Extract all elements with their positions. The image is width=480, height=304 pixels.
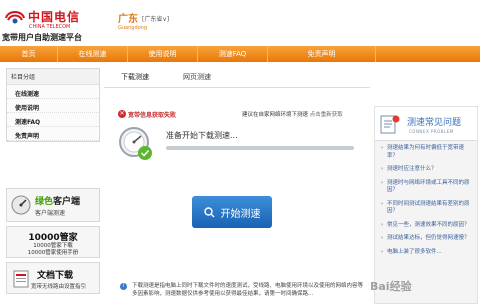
test-progress-bar: [166, 146, 354, 150]
client-download-promo[interactable]: 绿色客户端 客户端测速: [6, 188, 100, 222]
logo-english-name: CHINA TELECOM: [29, 24, 71, 30]
error-icon: ✕: [118, 110, 126, 118]
preparing-download-text: 准备开始下载测速...: [166, 131, 238, 140]
nav-disclaimer[interactable]: 免责声明: [268, 46, 376, 62]
test-advice: 建议在自家网络环境下测速 点击重新获取: [242, 110, 343, 118]
tab-webpage-test[interactable]: 网页测速: [166, 66, 228, 87]
watermark-text: Bai经验: [370, 280, 412, 293]
client-promo-title-rest: 客户端: [53, 197, 81, 207]
faq-item[interactable]: 测速时与网络环境或工具不同的原因？: [381, 180, 473, 195]
region-english: Guangdong: [118, 25, 148, 31]
document-promo-subtitle: 宽带无线路由设置指引: [31, 284, 87, 290]
header: 中国电信 CHINA TELECOM 宽带用户自助测速平台 广东 Guangdo…: [0, 0, 480, 46]
faq-item[interactable]: 常见一些，测速效果不同的原因？: [381, 222, 473, 230]
search-icon: [203, 206, 214, 217]
faq-illustration-icon: [380, 115, 400, 134]
advice-text: 建议在自家网络环境下测速: [242, 112, 309, 118]
start-test-button[interactable]: 开始测速: [192, 196, 272, 228]
china-telecom-logo-icon: [5, 11, 25, 24]
client-promo-title-green: 绿色: [35, 197, 54, 207]
test-progress-fill: [166, 146, 354, 150]
start-test-label: 开始测速: [220, 208, 261, 220]
sidebar-menu: 栏目分组 在线测速 使用说明 测速FAQ 免责声明: [6, 68, 100, 142]
faq-item[interactable]: 不同时间测试测速结果有差别的原因？: [381, 201, 473, 216]
client-promo-title: 绿色客户端: [35, 194, 80, 207]
sidebar-item-online-test[interactable]: 在线测速: [7, 85, 99, 99]
sidebar-item-instructions[interactable]: 使用说明: [7, 99, 99, 113]
butler-download-link[interactable]: 10000管家下载: [7, 243, 99, 250]
faq-header: 测速常见问题 CONNEX PROBLEM: [375, 107, 477, 141]
nav-home[interactable]: 首页: [0, 46, 58, 62]
butler-promo-title: 10000管家: [28, 233, 78, 243]
faq-subtitle: CONNEX PROBLEM: [409, 129, 454, 134]
faq-title: 测速常见问题: [407, 118, 462, 128]
broadband-info-failed-text: 宽带信息获取失败: [128, 112, 177, 119]
document-download-promo[interactable]: 文档下载 宽带无线路由设置指引: [6, 262, 100, 294]
faq-item[interactable]: 测试结果达标，但仍觉得网速慢？: [381, 235, 473, 243]
butler-10000-promo[interactable]: 10000管家 10000管家下载 10000管家使用手册: [6, 226, 100, 258]
download-test-note: i 下载测速是指电脑上同时下载文件时的速度测试，受线路、电脑使用环境以及使用的网…: [120, 282, 366, 298]
site-subtitle: 宽带用户自助测速平台: [2, 33, 82, 42]
sidebar-item-faq[interactable]: 测速FAQ: [7, 113, 99, 127]
speed-gauge-icon: [119, 127, 152, 160]
faq-item[interactable]: 电脑上装了很多软件...: [381, 249, 473, 257]
tab-download-test[interactable]: 下载测速: [104, 66, 166, 87]
nav-online-test[interactable]: 在线测速: [58, 46, 128, 62]
baidu-jingyan-watermark: Bai经验: [370, 272, 478, 302]
sidebar-item-disclaimer[interactable]: 免责声明: [7, 127, 99, 141]
nav-instructions[interactable]: 使用说明: [128, 46, 198, 62]
butler-manual-link[interactable]: 10000管家使用手册: [7, 250, 99, 257]
document-icon: [13, 270, 29, 288]
logo-chinese-name: 中国电信: [28, 10, 81, 24]
sidebar-title: 栏目分组: [7, 69, 99, 85]
note-text: 下载测速是指电脑上同时下载文件时的速度测试，受线路、电脑使用环境以及使用的网络内…: [132, 283, 364, 297]
left-sidebar: 栏目分组 在线测速 使用说明 测速FAQ 免责声明 绿色客户端 客户端测速 10…: [6, 68, 100, 294]
info-icon: i: [120, 283, 127, 290]
faq-list: 测速结果为何有时偏低于宽带速率？ 测速时应注意什么？ 测速时与网络环境或工具不同…: [375, 141, 477, 256]
nav-faq[interactable]: 测速FAQ: [198, 46, 268, 62]
client-promo-subtitle: 客户端测速: [35, 210, 66, 217]
province-select[interactable]: [广东省∨]: [142, 14, 169, 23]
document-promo-title: 文档下载: [37, 271, 74, 281]
test-tabs: 下载测速 网页测速: [104, 66, 370, 88]
speedometer-icon: [11, 195, 31, 215]
refetch-link[interactable]: 点击重新获取: [310, 112, 343, 118]
faq-item[interactable]: 测速结果为何有时偏低于宽带速率？: [381, 145, 473, 160]
speed-test-panel: 下载测速 网页测速 ✕ 宽带信息获取失败 建议在自家网络环境下测速 点击重新获取…: [104, 66, 370, 304]
main-nav: 首页 在线测速 使用说明 测速FAQ 免责声明: [0, 46, 480, 62]
faq-item[interactable]: 测速时应注意什么？: [381, 166, 473, 174]
